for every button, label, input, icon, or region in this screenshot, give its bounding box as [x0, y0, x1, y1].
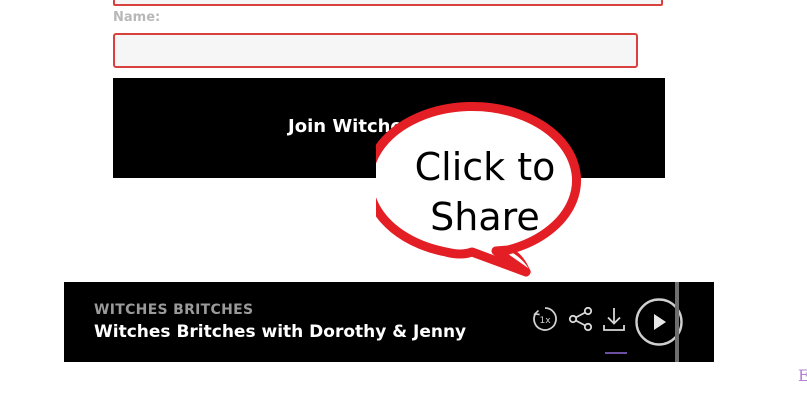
callout-line-1: Click to	[414, 145, 556, 189]
progress-bar[interactable]	[675, 282, 679, 362]
episode-title: Witches Britches with Dorothy & Jenny	[94, 322, 467, 342]
share-button[interactable]	[568, 306, 594, 332]
playback-speed-button[interactable]: 1x	[532, 306, 558, 332]
podcast-name: WITCHES BRITCHES	[94, 302, 254, 318]
download-button[interactable]	[601, 306, 627, 334]
corner-letter: E	[798, 366, 807, 385]
callout-line-2: Share	[430, 195, 540, 239]
callout-text: Click to Share	[390, 142, 580, 242]
name-input[interactable]	[113, 33, 638, 68]
previous-input-field[interactable]	[113, 0, 663, 6]
name-label: Name:	[113, 10, 161, 25]
download-indicator	[605, 352, 627, 354]
speed-label: 1x	[539, 316, 551, 326]
download-icon	[603, 308, 625, 331]
playback-speed-icon: 1x	[533, 307, 557, 331]
share-icon	[568, 306, 593, 332]
